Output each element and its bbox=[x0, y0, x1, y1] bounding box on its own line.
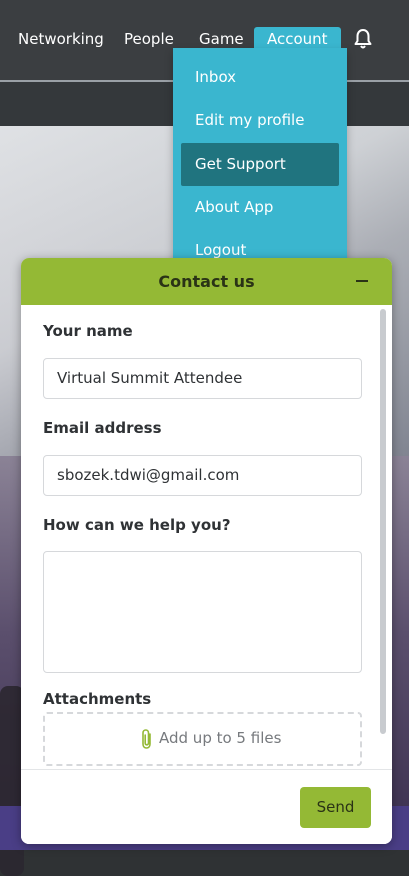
name-label: Your name bbox=[43, 322, 133, 340]
scrollbar[interactable] bbox=[380, 309, 386, 769]
menu-item-about-app[interactable]: About App bbox=[173, 186, 347, 229]
scrollbar-thumb[interactable] bbox=[380, 309, 386, 734]
contact-form: Your name Virtual Summit Attendee Email … bbox=[21, 305, 392, 769]
dropzone-text: Add up to 5 files bbox=[159, 729, 282, 747]
contact-footer: Send bbox=[21, 769, 392, 844]
help-label: How can we help you? bbox=[43, 516, 231, 534]
help-textarea[interactable] bbox=[43, 551, 362, 673]
attachments-label: Attachments bbox=[43, 690, 152, 708]
account-dropdown: Inbox Edit my profile Get Support About … bbox=[173, 48, 347, 270]
name-field[interactable]: Virtual Summit Attendee bbox=[43, 358, 362, 399]
nav-people[interactable]: People bbox=[124, 28, 174, 50]
bell-icon[interactable] bbox=[353, 28, 373, 50]
email-label: Email address bbox=[43, 419, 162, 437]
nav-networking[interactable]: Networking bbox=[18, 28, 104, 50]
send-button[interactable]: Send bbox=[300, 787, 371, 828]
menu-item-inbox[interactable]: Inbox bbox=[173, 56, 347, 99]
contact-header: Contact us bbox=[21, 258, 392, 305]
paperclip-icon bbox=[139, 728, 155, 750]
email-field[interactable]: sbozek.tdwi@gmail.com bbox=[43, 455, 362, 496]
minus-icon[interactable] bbox=[354, 272, 372, 290]
menu-item-edit-profile[interactable]: Edit my profile bbox=[173, 99, 347, 142]
nav-game[interactable]: Game bbox=[199, 28, 244, 50]
contact-title: Contact us bbox=[158, 272, 255, 291]
contact-panel: Contact us Your name Virtual Summit Atte… bbox=[21, 258, 392, 844]
attachments-dropzone[interactable]: Add up to 5 files bbox=[43, 712, 362, 766]
menu-item-get-support[interactable]: Get Support bbox=[181, 143, 339, 186]
